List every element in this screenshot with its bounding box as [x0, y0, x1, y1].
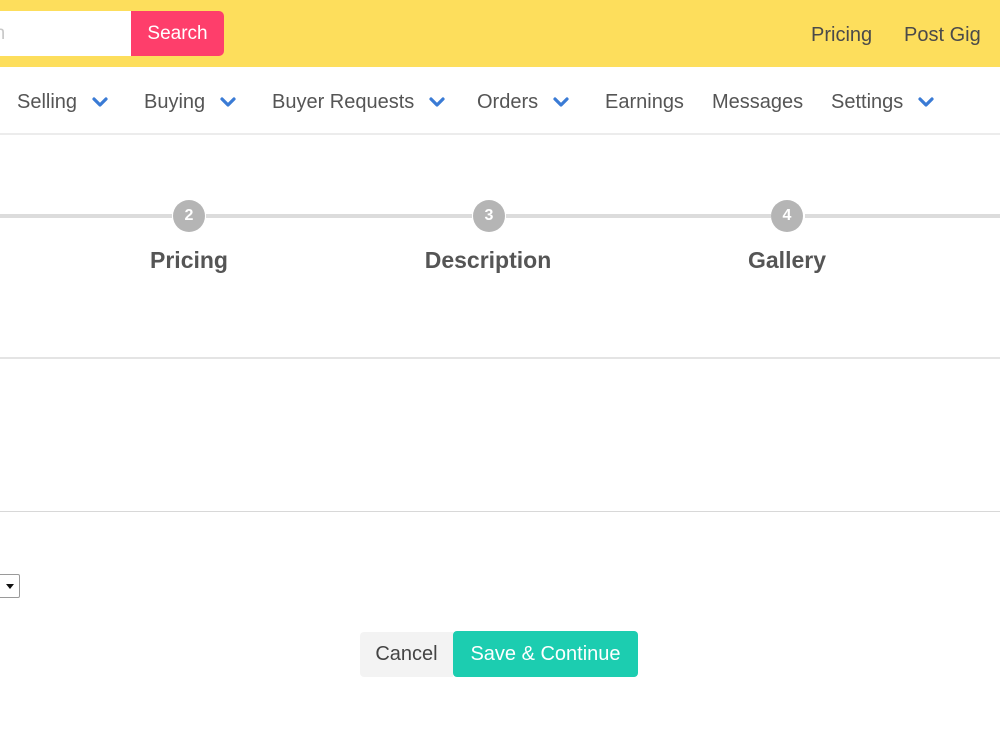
- chevron-down-icon: [91, 93, 109, 111]
- nav-item-label: Earnings: [605, 91, 684, 113]
- step-label-description[interactable]: Description: [388, 247, 588, 274]
- nav-item-messages[interactable]: Messages: [712, 89, 803, 115]
- step-connector: [805, 214, 1000, 218]
- step-label-gallery[interactable]: Gallery: [687, 247, 887, 274]
- nav-item-orders[interactable]: Orders: [477, 89, 570, 115]
- main-nav: Selling Buying Buyer Requests Orders Ear…: [0, 67, 1000, 135]
- nav-item-label: Messages: [712, 91, 804, 113]
- nav-item-label: Buyer Requests: [272, 91, 415, 113]
- dropdown-select[interactable]: [0, 574, 20, 598]
- step-label-pricing[interactable]: Pricing: [89, 247, 289, 274]
- nav-item-label: Selling: [17, 91, 78, 113]
- step-connector: [206, 214, 472, 218]
- nav-item-label: Orders: [477, 91, 539, 113]
- step-connector: [506, 214, 771, 218]
- chevron-down-icon: [917, 93, 935, 111]
- section-divider: [0, 511, 1000, 512]
- nav-item-buying[interactable]: Buying: [144, 89, 237, 115]
- nav-item-label: Buying: [144, 91, 206, 113]
- nav-item-settings[interactable]: Settings: [831, 89, 935, 115]
- save-continue-button[interactable]: Save & Continue: [453, 631, 638, 677]
- caret-down-icon: [6, 584, 14, 589]
- step-number-badge[interactable]: 3: [473, 200, 505, 232]
- nav-item-buyer-requests[interactable]: Buyer Requests: [272, 89, 446, 115]
- chevron-down-icon: [428, 93, 446, 111]
- chevron-down-icon: [552, 93, 570, 111]
- search-input[interactable]: gn: [0, 11, 132, 56]
- top-bar: gn Search Pricing Post Gig: [0, 0, 1000, 67]
- step-number-badge[interactable]: 2: [173, 200, 205, 232]
- step-number-badge[interactable]: 4: [771, 200, 803, 232]
- chevron-down-icon: [219, 93, 237, 111]
- pricing-link[interactable]: Pricing: [811, 22, 872, 48]
- post-gig-link[interactable]: Post Gig: [904, 22, 981, 48]
- step-connector: [0, 214, 172, 218]
- search-button[interactable]: Search: [131, 11, 224, 56]
- nav-item-label: Settings: [831, 91, 904, 113]
- cancel-button[interactable]: Cancel: [360, 632, 453, 677]
- nav-item-earnings[interactable]: Earnings: [605, 89, 684, 115]
- gig-progress-stepper: 2 Pricing 3 Description 4 Gallery: [0, 137, 1000, 359]
- nav-item-selling[interactable]: Selling: [17, 89, 109, 115]
